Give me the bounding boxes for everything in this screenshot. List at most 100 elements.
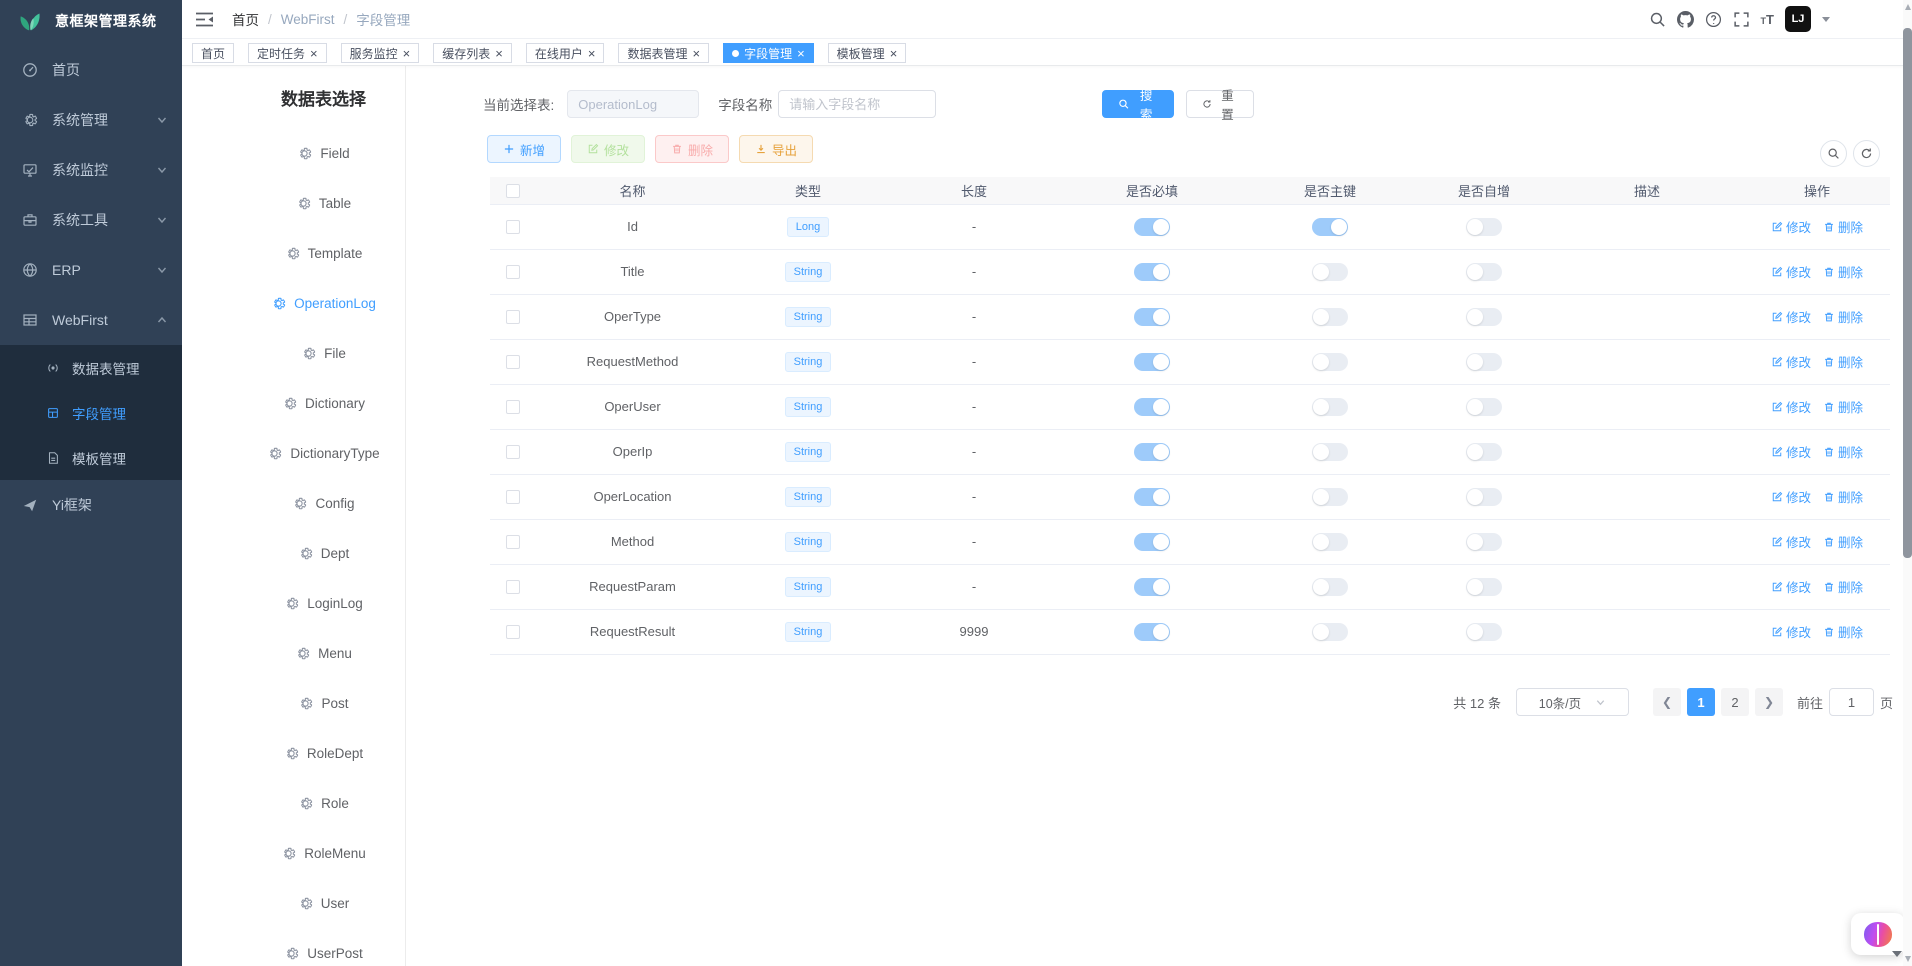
primary-key-toggle[interactable] <box>1312 398 1348 416</box>
tab-close-icon[interactable]: × <box>692 47 700 60</box>
collapse-sidebar-icon[interactable] <box>195 11 214 28</box>
edit-row-button[interactable]: 修改 <box>1771 262 1811 281</box>
edit-row-button[interactable]: 修改 <box>1771 352 1811 371</box>
row-checkbox[interactable] <box>506 580 520 594</box>
primary-key-toggle[interactable] <box>1312 353 1348 371</box>
tab-close-icon[interactable]: × <box>797 47 805 60</box>
show-search-button[interactable] <box>1820 140 1847 167</box>
row-checkbox[interactable] <box>506 625 520 639</box>
delete-row-button[interactable]: 删除 <box>1823 487 1863 506</box>
tab-close-icon[interactable]: × <box>890 47 898 60</box>
add-button[interactable]: 新增 <box>487 135 561 163</box>
search-button[interactable]: 搜索 <box>1102 90 1174 118</box>
auto-increment-toggle[interactable] <box>1466 263 1502 281</box>
delete-row-button[interactable]: 删除 <box>1823 622 1863 641</box>
scroll-up-arrow-icon[interactable] <box>1905 4 1911 10</box>
required-toggle[interactable] <box>1134 623 1170 641</box>
tree-node[interactable]: Config <box>182 478 405 528</box>
auto-increment-toggle[interactable] <box>1466 218 1502 236</box>
row-checkbox[interactable] <box>506 535 520 549</box>
tab-close-icon[interactable]: × <box>495 47 503 60</box>
breadcrumb-module[interactable]: WebFirst <box>281 12 335 27</box>
row-checkbox[interactable] <box>506 355 520 369</box>
tree-node[interactable]: User <box>182 878 405 928</box>
export-button[interactable]: 导出 <box>739 135 813 163</box>
row-checkbox[interactable] <box>506 265 520 279</box>
delete-row-button[interactable]: 删除 <box>1823 397 1863 416</box>
required-toggle[interactable] <box>1134 533 1170 551</box>
required-toggle[interactable] <box>1134 578 1170 596</box>
assistant-floating-button[interactable] <box>1851 913 1905 955</box>
page-scrollbar[interactable] <box>1903 0 1912 966</box>
row-checkbox[interactable] <box>506 220 520 234</box>
required-toggle[interactable] <box>1134 488 1170 506</box>
field-name-input[interactable] <box>778 90 936 118</box>
edit-row-button[interactable]: 修改 <box>1771 532 1811 551</box>
tree-node[interactable]: Field <box>182 128 405 178</box>
tree-node[interactable]: RoleDept <box>182 728 405 778</box>
tree-node[interactable]: File <box>182 328 405 378</box>
auto-increment-toggle[interactable] <box>1466 443 1502 461</box>
row-checkbox[interactable] <box>506 445 520 459</box>
auto-increment-toggle[interactable] <box>1466 398 1502 416</box>
required-toggle[interactable] <box>1134 443 1170 461</box>
scroll-down-arrow-icon[interactable] <box>1905 956 1911 962</box>
tree-node[interactable]: Role <box>182 778 405 828</box>
required-toggle[interactable] <box>1134 398 1170 416</box>
primary-key-toggle[interactable] <box>1312 263 1348 281</box>
help-icon[interactable] <box>1705 11 1722 28</box>
tab-item[interactable]: 服务监控× <box>341 43 420 63</box>
primary-key-toggle[interactable] <box>1312 308 1348 326</box>
tab-close-icon[interactable]: × <box>310 47 318 60</box>
tab-close-icon[interactable]: × <box>588 47 596 60</box>
edit-row-button[interactable]: 修改 <box>1771 622 1811 641</box>
auto-increment-toggle[interactable] <box>1466 488 1502 506</box>
font-size-icon[interactable]: TT <box>1761 12 1774 27</box>
fullscreen-icon[interactable] <box>1733 11 1750 28</box>
edit-row-button[interactable]: 修改 <box>1771 487 1811 506</box>
primary-key-toggle[interactable] <box>1312 218 1348 236</box>
sidebar-subitem[interactable]: 模板管理 <box>0 435 182 480</box>
required-toggle[interactable] <box>1134 308 1170 326</box>
primary-key-toggle[interactable] <box>1312 623 1348 641</box>
delete-row-button[interactable]: 删除 <box>1823 532 1863 551</box>
tab-item[interactable]: 定时任务× <box>248 43 327 63</box>
edit-row-button[interactable]: 修改 <box>1771 577 1811 596</box>
sidebar-item[interactable]: 首页 <box>0 45 182 95</box>
sidebar-item[interactable]: 系统管理 <box>0 95 182 145</box>
user-menu-caret-icon[interactable] <box>1822 17 1830 22</box>
sidebar-item[interactable]: Yi框架 <box>0 480 182 530</box>
required-toggle[interactable] <box>1134 353 1170 371</box>
next-page-button[interactable]: ❯ <box>1755 688 1783 716</box>
edit-button[interactable]: 修改 <box>571 135 645 163</box>
tree-node[interactable]: Table <box>182 178 405 228</box>
sidebar-subitem[interactable]: 字段管理 <box>0 390 182 435</box>
delete-row-button[interactable]: 删除 <box>1823 442 1863 461</box>
github-icon[interactable] <box>1677 11 1694 28</box>
tree-node[interactable]: Dept <box>182 528 405 578</box>
tree-node[interactable]: Template <box>182 228 405 278</box>
scrollbar-thumb[interactable] <box>1903 28 1912 558</box>
delete-row-button[interactable]: 删除 <box>1823 352 1863 371</box>
edit-row-button[interactable]: 修改 <box>1771 217 1811 236</box>
delete-button[interactable]: 删除 <box>655 135 729 163</box>
sidebar-item[interactable]: 系统工具 <box>0 195 182 245</box>
required-toggle[interactable] <box>1134 218 1170 236</box>
row-checkbox[interactable] <box>506 310 520 324</box>
tree-node[interactable]: UserPost <box>182 928 405 966</box>
auto-increment-toggle[interactable] <box>1466 353 1502 371</box>
auto-increment-toggle[interactable] <box>1466 308 1502 326</box>
auto-increment-toggle[interactable] <box>1466 623 1502 641</box>
edit-row-button[interactable]: 修改 <box>1771 307 1811 326</box>
tab-item[interactable]: 缓存列表× <box>433 43 512 63</box>
edit-row-button[interactable]: 修改 <box>1771 397 1811 416</box>
primary-key-toggle[interactable] <box>1312 443 1348 461</box>
auto-increment-toggle[interactable] <box>1466 533 1502 551</box>
delete-row-button[interactable]: 删除 <box>1823 217 1863 236</box>
tab-close-icon[interactable]: × <box>403 47 411 60</box>
primary-key-toggle[interactable] <box>1312 533 1348 551</box>
assistant-caret-icon[interactable] <box>1892 951 1902 957</box>
tree-node[interactable]: DictionaryType <box>182 428 405 478</box>
breadcrumb-home[interactable]: 首页 <box>232 9 259 29</box>
tab-item[interactable]: 模板管理× <box>828 43 907 63</box>
